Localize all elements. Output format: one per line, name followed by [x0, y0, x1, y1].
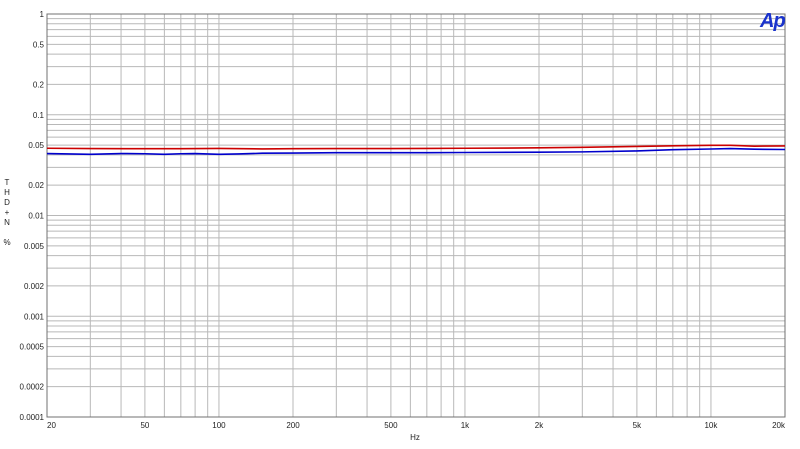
y-tick-label: 0.2	[33, 80, 45, 89]
x-tick-label: 20	[47, 421, 56, 430]
x-tick-label: 10k	[704, 421, 718, 430]
x-tick-label: 5k	[633, 421, 642, 430]
thd-n-chart: 1 0.5 0.2 0.1 0.05 0.02 0.01 0.005 0.002 0.001 0.0…	[0, 0, 800, 444]
y-tick-label: 0.0002	[20, 383, 45, 392]
series-line-1	[46, 144, 786, 150]
y-tick-label: 0.05	[28, 141, 44, 150]
x-axis-label: Hz	[410, 433, 420, 442]
y-axis-label-char	[0, 228, 14, 238]
x-tick-label: 500	[384, 421, 398, 430]
y-axis-label-char: H	[4, 188, 10, 197]
y-tick-label: 0.02	[28, 181, 44, 190]
y-tick-label: 0.005	[24, 242, 45, 251]
x-tick-label: 1k	[461, 421, 470, 430]
chart-svg: 1 0.5 0.2 0.1 0.05 0.02 0.01 0.005 0.002 0.001 0.0…	[20, 10, 786, 430]
y-axis-label-char: D	[4, 198, 10, 207]
x-tick-label: 100	[212, 421, 226, 430]
y-axis-label-char: N	[4, 218, 10, 227]
y-tick-label: 0.5	[33, 40, 45, 49]
y-axis-label-char: T	[4, 178, 10, 187]
y-tick-label: 0.1	[33, 111, 45, 120]
y-axis-label: T H D + N %	[0, 178, 14, 248]
x-tick-label: 200	[286, 421, 300, 430]
y-tick-label: 0.001	[24, 312, 45, 321]
y-tick-label: 1	[40, 10, 45, 19]
y-axis-label-char: %	[3, 238, 11, 247]
x-tick-label: 2k	[535, 421, 544, 430]
y-tick-label: 0.0005	[20, 343, 45, 352]
y-tick-label: 0.0001	[20, 413, 45, 422]
ap-logo: Ap	[760, 10, 786, 32]
y-tick-label: 0.01	[28, 212, 44, 221]
y-axis-label-char: +	[4, 208, 10, 217]
x-tick-label: 50	[140, 421, 149, 430]
x-tick-label: 20k	[772, 421, 786, 430]
y-tick-label: 0.002	[24, 282, 45, 291]
